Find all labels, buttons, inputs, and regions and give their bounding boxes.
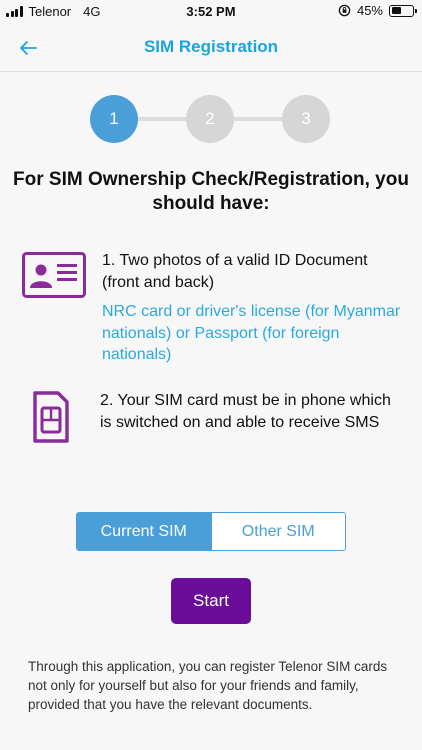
nav-bar: SIM Registration: [0, 24, 422, 72]
step-1: 1: [90, 95, 138, 143]
step-2: 2: [186, 95, 234, 143]
requirement-1-detail: NRC card or driver's license (for Myanma…: [102, 303, 401, 363]
battery-icon: [389, 4, 417, 17]
battery-fill: [391, 7, 401, 14]
requirement-id-document: 1. Two photos of a valid ID Document (fr…: [22, 250, 402, 370]
step-3: 3: [282, 95, 330, 143]
requirement-sim-card: 2. Your SIM card must be in phone which …: [22, 390, 402, 460]
orientation-lock-icon: [338, 4, 351, 17]
status-bar: Telenor 4G 3:52 PM 45%: [0, 0, 422, 24]
start-button[interactable]: Start: [171, 578, 251, 624]
sim-card-icon: [33, 391, 69, 443]
footer-note: Through this application, you can regist…: [28, 659, 388, 712]
status-right: 45%: [338, 3, 417, 18]
requirement-2-title: 2. Your SIM card must be in phone which …: [100, 392, 391, 431]
page-title: SIM Registration: [143, 37, 279, 56]
battery-percent: 45%: [356, 3, 383, 18]
id-card-icon: [22, 252, 86, 298]
requirement-text: 1. Two photos of a valid ID Document (fr…: [102, 250, 402, 366]
current-sim-option[interactable]: Current SIM: [77, 513, 211, 550]
other-sim-option[interactable]: Other SIM: [210, 513, 345, 550]
requirement-1-title: 1. Two photos of a valid ID Document (fr…: [102, 252, 368, 291]
progress-stepper: 1 2 3: [90, 95, 330, 143]
requirements-heading: For SIM Ownership Check/Registration, yo…: [13, 169, 409, 214]
sim-type-toggle: Current SIM Other SIM: [76, 512, 346, 551]
